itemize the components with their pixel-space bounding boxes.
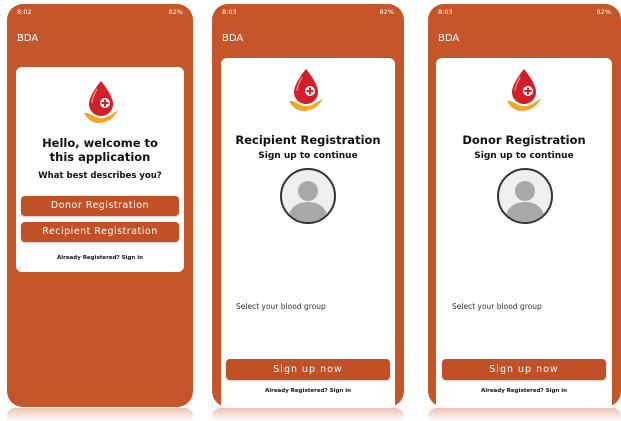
phone-reflection xyxy=(7,408,193,421)
signin-link[interactable]: Already Registered? Sign in xyxy=(436,388,612,394)
status-bar: 8:03 82% xyxy=(212,4,404,20)
status-battery: 82% xyxy=(596,8,611,16)
welcome-card: Hello, welcome to this application What … xyxy=(16,67,184,272)
signin-link[interactable]: Already Registered? Sign in xyxy=(221,388,395,394)
status-time: 8:02 xyxy=(17,8,32,16)
phone-reflection xyxy=(212,408,404,421)
signin-link[interactable]: Already Registered? Sign in xyxy=(16,255,184,261)
status-bar: 8:02 82% xyxy=(7,4,193,20)
recipient-registration-button[interactable]: Recipient Registration xyxy=(21,222,179,242)
status-battery: 82% xyxy=(379,8,394,16)
signup-button[interactable]: Sign up now xyxy=(442,359,606,380)
blood-group-label[interactable]: Select your blood group xyxy=(236,302,326,311)
status-bar: 8:03 82% xyxy=(428,4,621,20)
question-text: What best describes you? xyxy=(38,171,162,181)
profile-avatar[interactable] xyxy=(280,168,336,224)
blood-group-label[interactable]: Select your blood group xyxy=(452,302,542,311)
app-title: BDA xyxy=(17,33,39,44)
donor-registration-button[interactable]: Donor Registration xyxy=(21,196,179,216)
profile-avatar[interactable] xyxy=(497,168,553,224)
phone-screen-welcome: 8:02 82% BDA Hello, welcome to this appl… xyxy=(7,4,193,407)
app-title: BDA xyxy=(222,33,244,44)
app-title: BDA xyxy=(438,33,460,44)
welcome-title: Hello, welcome to this application xyxy=(42,136,158,164)
page-title: Donor Registration xyxy=(462,133,586,147)
registration-card: Donor Registration Sign up to continue S… xyxy=(436,58,612,407)
blood-drop-logo-icon xyxy=(507,69,541,111)
user-silhouette-icon xyxy=(288,181,328,222)
blood-drop-logo-icon xyxy=(84,81,118,123)
page-title: Recipient Registration xyxy=(235,133,381,147)
page-subtitle: Sign up to continue xyxy=(474,151,574,161)
status-time: 8:03 xyxy=(222,8,237,16)
registration-card: Recipient Registration Sign up to contin… xyxy=(221,58,395,407)
phone-reflection xyxy=(428,408,621,421)
status-time: 8:03 xyxy=(438,8,453,16)
signup-button[interactable]: Sign up now xyxy=(226,359,390,380)
phone-screen-recipient: 8:03 82% BDA Recipient Registration Sign… xyxy=(212,4,404,407)
user-silhouette-icon xyxy=(505,181,545,222)
page-subtitle: Sign up to continue xyxy=(258,151,358,161)
status-battery: 82% xyxy=(168,8,183,16)
blood-drop-logo-icon xyxy=(289,69,323,111)
phone-screen-donor: 8:03 82% BDA Donor Registration Sign up … xyxy=(428,4,621,407)
